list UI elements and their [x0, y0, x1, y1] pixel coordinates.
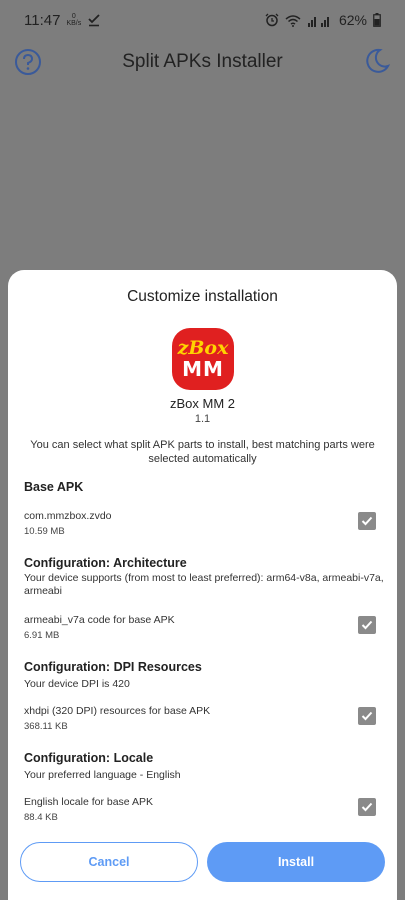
part-row-locale[interactable]: English locale for base APK 88.4 KB: [24, 796, 384, 828]
part-checkbox[interactable]: [358, 512, 376, 530]
section-subtitle-locale: Your preferred language - English: [24, 769, 181, 781]
status-right: 62%: [265, 12, 381, 28]
part-row-dpi[interactable]: xhdpi (320 DPI) resources for base APK 3…: [24, 705, 384, 737]
part-size: 6.91 MB: [24, 630, 60, 641]
status-left: 11:47 0 KB/s: [24, 12, 101, 29]
section-header-architecture: Configuration: Architecture: [24, 556, 187, 570]
battery-icon: [373, 13, 381, 27]
app-bar: Split APKs Installer: [0, 44, 405, 80]
check-icon: [361, 516, 373, 526]
part-size: 10.59 MB: [24, 526, 65, 537]
part-checkbox[interactable]: [358, 707, 376, 725]
section-header-dpi: Configuration: DPI Resources: [24, 660, 202, 674]
moon-icon: [366, 48, 391, 73]
part-checkbox[interactable]: [358, 616, 376, 634]
customize-installation-sheet: Customize installation zBox MM zBox MM 2…: [8, 270, 397, 900]
theme-toggle-button[interactable]: [363, 47, 391, 75]
app-version: 1.1: [194, 413, 211, 425]
help-circle-icon: [15, 49, 41, 75]
alarm-icon: [265, 13, 279, 27]
app-title: Split APKs Installer: [122, 51, 283, 72]
install-button[interactable]: Install: [207, 842, 385, 882]
sheet-title: Customize installation: [127, 288, 278, 305]
section-header-base-apk: Base APK: [24, 480, 84, 494]
app-icon: zBox MM: [172, 328, 234, 390]
part-name: armeabi_v7a code for base APK: [24, 614, 175, 626]
section-subtitle-dpi: Your device DPI is 420: [24, 678, 130, 690]
part-name: com.mmzbox.zvdo: [24, 510, 112, 522]
net-speed-unit: KB/s: [66, 20, 82, 27]
sheet-description: You can select what split APK parts to i…: [30, 439, 375, 465]
app-icon-line2: MM: [182, 356, 224, 381]
part-size: 88.4 KB: [24, 812, 58, 823]
part-row-architecture[interactable]: armeabi_v7a code for base APK 6.91 MB: [24, 614, 384, 646]
check-icon: [361, 711, 373, 721]
section-header-locale: Configuration: Locale: [24, 751, 154, 765]
status-time: 11:47: [24, 11, 61, 29]
help-button[interactable]: [14, 48, 42, 76]
part-row-base-apk[interactable]: com.mmzbox.zvdo 10.59 MB: [24, 510, 384, 542]
app-icon-line1: zBox: [177, 336, 229, 359]
part-checkbox[interactable]: [358, 798, 376, 816]
net-speed-indicator: 0 KB/s: [66, 13, 81, 27]
net-speed-value: 0: [71, 13, 76, 20]
part-name: xhdpi (320 DPI) resources for base APK: [24, 705, 211, 717]
cancel-button[interactable]: Cancel: [20, 842, 198, 882]
section-subtitle-architecture: Your device supports (from most to least…: [24, 572, 384, 597]
part-name: English locale for base APK: [24, 796, 153, 808]
wifi-icon: [285, 14, 301, 27]
part-size: 368.11 KB: [24, 721, 68, 732]
battery-percent: 62%: [338, 12, 367, 28]
check-icon: [361, 620, 373, 630]
check-download-icon: [88, 14, 100, 27]
check-icon: [361, 802, 373, 812]
app-name: zBox MM 2: [169, 396, 235, 411]
status-bar: 11:47 0 KB/s 62%: [0, 0, 405, 40]
signal-icon: [307, 16, 329, 27]
